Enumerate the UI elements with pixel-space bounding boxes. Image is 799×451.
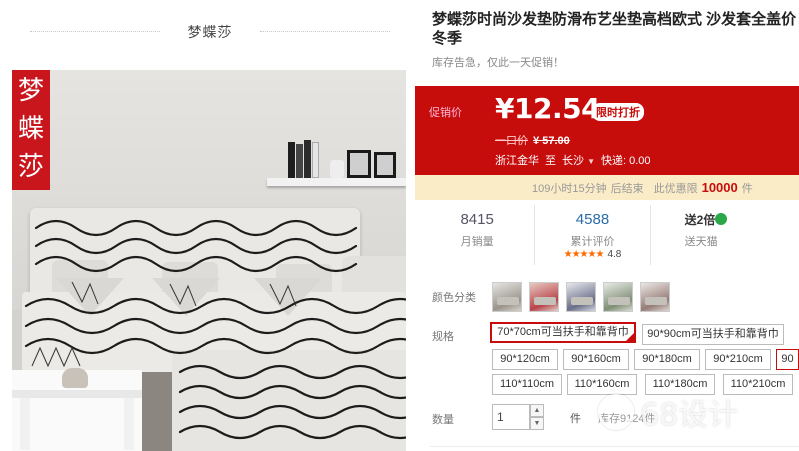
image-shelf (267, 178, 406, 186)
countdown-bar: 109小时15分钟 后结束 此优惠限 10000 件 (415, 175, 799, 200)
product-title: 梦蝶莎时尚沙发垫防滑布艺坐垫高档欧式 沙发套全盖价冬季 (432, 11, 797, 47)
spec-option[interactable]: 110*110cm (492, 374, 562, 395)
ship-to-word: 至 (545, 155, 556, 167)
countdown-ends: 后结束 (610, 182, 644, 195)
image-photo-frame (347, 150, 371, 178)
caret-down-icon: ▼ (587, 157, 595, 166)
color-swatch[interactable] (529, 282, 559, 312)
star-icon: ★★★★★ (563, 249, 605, 260)
limit-label: 此优惠限 (653, 182, 698, 195)
site-watermark: 68设计 (598, 382, 798, 442)
price-panel: 促销价 ¥12.54 限时打折 一口价 ¥ 57.00 浙江金华 至 长沙 ▼ … (415, 86, 799, 175)
points-label: 送天猫 (684, 236, 718, 248)
image-photo-frame (374, 152, 396, 178)
color-swatch[interactable] (566, 282, 596, 312)
color-label: 颜色分类 (432, 292, 476, 304)
promo-price: ¥12.54 (495, 92, 601, 125)
image-cover-flap (152, 278, 220, 316)
monthly-sales-label: 月销量 (460, 236, 494, 248)
image-lamp (330, 160, 344, 178)
points-badge-icon (715, 213, 728, 225)
color-swatch[interactable] (492, 282, 522, 312)
image-book (312, 142, 319, 178)
quantity-increase-button[interactable]: ▲ (530, 404, 544, 417)
quantity-label: 数量 (432, 414, 454, 426)
spec-option[interactable]: 90*160cm (563, 349, 629, 370)
brand-logo: 梦 蝶 莎 (12, 70, 50, 190)
color-options (492, 282, 670, 312)
monthly-sales-value: 8415 (460, 211, 494, 228)
spec-option[interactable]: 90*210cm (705, 349, 771, 370)
product-stats: 8415 月销量 4588 累计评价 ★★★★★ 4.8 送2倍 送天猫 (420, 205, 799, 265)
reviews-label: 累计评价 (570, 236, 615, 248)
image-book (304, 140, 311, 178)
points-value: 送2倍 (685, 211, 799, 228)
spec-option[interactable]: 90*180cm (634, 349, 700, 370)
image-sofa-chaise (172, 350, 406, 451)
promo-price-label: 促销价 (429, 107, 462, 119)
quantity-input[interactable]: 1 (492, 404, 530, 430)
spec-option[interactable]: 90*120cm (492, 349, 558, 370)
spec-option[interactable]: 70*70cm可当扶手和靠背巾 (490, 322, 636, 343)
spec-option[interactable]: 90 (776, 349, 799, 370)
express-fee: 快递: 0.00 (600, 155, 651, 167)
spec-label: 规格 (432, 331, 454, 343)
monthly-sales: 8415 月销量 (420, 205, 536, 265)
image-book (296, 144, 303, 178)
color-swatch[interactable] (640, 282, 670, 312)
image-cover-flap (254, 278, 322, 316)
original-price-value: ¥ 57.00 (533, 135, 570, 147)
spec-option[interactable]: 90*90cm可当扶手和靠背巾 (642, 324, 784, 345)
points: 送2倍 送天猫 (651, 205, 799, 265)
watermark-text: 68设计 (640, 398, 739, 433)
product-gallery: 梦蝶莎 梦 蝶 莎 (0, 0, 420, 451)
original-price: 一口价 ¥ 57.00 (495, 132, 570, 148)
image-teapot (62, 368, 88, 388)
quantity-unit: 件 (570, 413, 581, 425)
original-price-label: 一口价 (495, 135, 528, 147)
watermark-logo-icon (598, 394, 634, 430)
shop-header: 梦蝶莎 (30, 0, 390, 62)
rating-value: 4.8 (607, 249, 622, 260)
limit-value: 10000 (701, 180, 738, 195)
shop-name[interactable]: 梦蝶莎 (30, 22, 390, 42)
limit-unit: 件 (741, 182, 753, 195)
shipping-info: 浙江金华 至 长沙 ▼ 快递: 0.00 (495, 152, 651, 168)
reviews[interactable]: 4588 累计评价 ★★★★★ 4.8 (535, 205, 651, 265)
image-book (288, 142, 295, 178)
countdown-time: 109小时15分钟 (532, 182, 607, 195)
color-swatch[interactable] (603, 282, 633, 312)
limited-discount-badge: 限时打折 (592, 103, 644, 121)
section-divider (430, 446, 799, 447)
stock-notice: 库存告急，仅此一天促销！ (432, 57, 564, 69)
header-divider-right (260, 31, 390, 32)
main-product-image[interactable]: 梦 蝶 莎 (12, 70, 406, 451)
reviews-value[interactable]: 4588 (535, 211, 649, 228)
image-cover-flap (56, 278, 124, 316)
quantity-decrease-button[interactable]: ▼ (530, 417, 544, 430)
ship-destination-select[interactable]: 长沙 ▼ (562, 152, 595, 168)
star-rating: ★★★★★ 4.8 (535, 249, 649, 260)
ship-from: 浙江金华 (495, 155, 539, 167)
